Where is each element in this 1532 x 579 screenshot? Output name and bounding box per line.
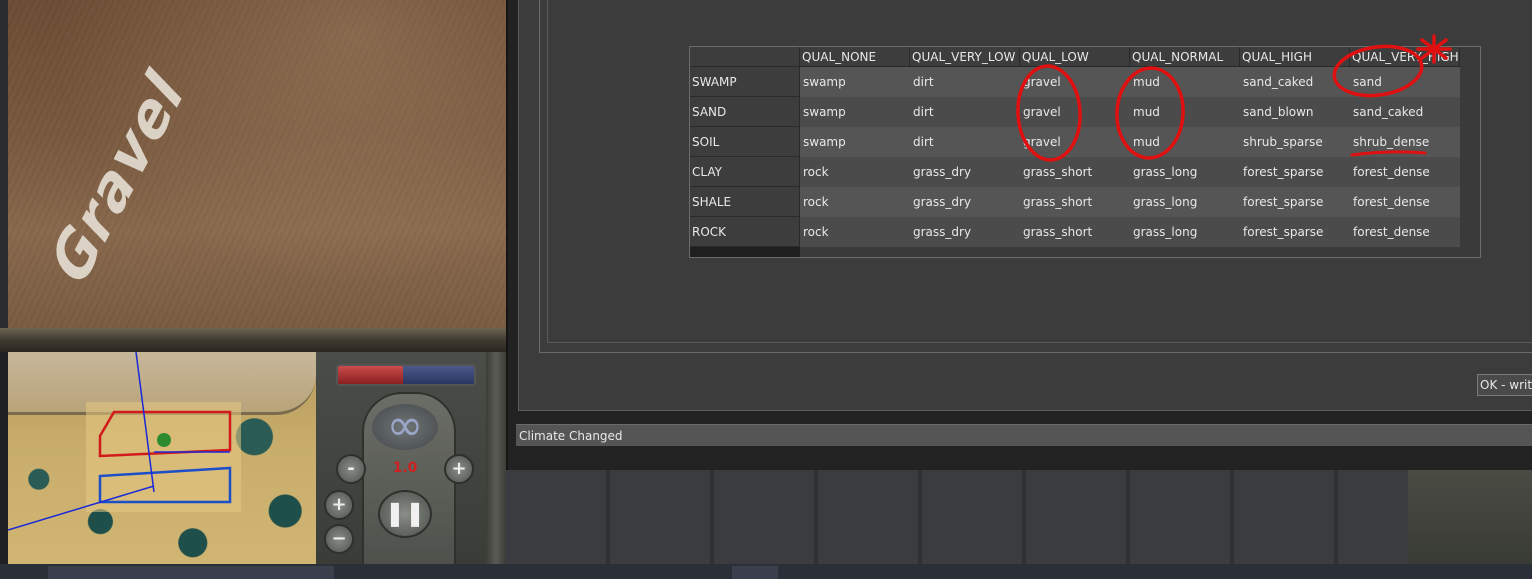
row-header[interactable]: SHALE (690, 187, 800, 217)
table-cell[interactable]: mud (1130, 97, 1240, 127)
speed-down-button[interactable]: - (336, 454, 366, 484)
table-cell[interactable]: sand_caked (1350, 97, 1460, 127)
table-cell[interactable]: mud (1130, 67, 1240, 97)
column-header[interactable]: QUAL_LOW (1020, 47, 1130, 67)
minimap[interactable] (8, 352, 316, 564)
bottom-hud (506, 470, 1532, 564)
table-cell[interactable]: gravel (1020, 97, 1130, 127)
table-cell[interactable]: swamp (800, 67, 910, 97)
table-cell[interactable]: grass_dry (910, 217, 1020, 247)
table-corner (690, 47, 800, 67)
taskbar-item[interactable] (732, 566, 778, 579)
table-cell[interactable]: sand_blown (1240, 97, 1350, 127)
table-cell[interactable]: rock (800, 157, 910, 187)
table-corner-bottom (690, 247, 800, 257)
table-cell[interactable]: forest_sparse (1240, 187, 1350, 217)
table-cell[interactable]: gravel (1020, 127, 1130, 157)
row-header[interactable]: SOIL (690, 127, 800, 157)
table-cell[interactable]: grass_long (1130, 217, 1240, 247)
taskbar-item[interactable] (48, 566, 334, 579)
table-cell[interactable]: grass_short (1020, 187, 1130, 217)
row-header[interactable]: ROCK (690, 217, 800, 247)
table-cell[interactable]: rock (800, 187, 910, 217)
table-cell[interactable]: forest_dense (1350, 157, 1460, 187)
table-cell[interactable]: grass_long (1130, 187, 1240, 217)
table-cell[interactable]: grass_dry (910, 187, 1020, 217)
window-edge (0, 0, 8, 350)
power-gauge (336, 364, 476, 386)
table-cell[interactable]: dirt (910, 97, 1020, 127)
table-cell[interactable]: grass_dry (910, 157, 1020, 187)
ground-texture-label: Gravel (40, 51, 196, 302)
column-header[interactable]: QUAL_VERY_LOW (910, 47, 1020, 67)
table-cell[interactable]: dirt (910, 127, 1020, 157)
column-header[interactable]: QUAL_VERY_HIGH (1350, 47, 1460, 67)
power-gauge-fill (338, 366, 404, 384)
hud-top-border (0, 328, 506, 352)
table-cell[interactable]: forest_dense (1350, 187, 1460, 217)
bottom-hud-ornament (1408, 470, 1532, 564)
table-cell[interactable]: rock (800, 217, 910, 247)
table-cell[interactable]: forest_sparse (1240, 217, 1350, 247)
table-cell[interactable]: gravel (1020, 67, 1130, 97)
ok-write-button[interactable]: OK - write (1477, 374, 1532, 396)
infinity-icon[interactable]: ∞ (372, 404, 438, 450)
status-bar: Climate Changed (516, 424, 1532, 446)
table-cell[interactable]: shrub_dense (1350, 127, 1460, 157)
table-cell[interactable]: grass_short (1020, 157, 1130, 187)
table-cell[interactable]: forest_sparse (1240, 157, 1350, 187)
table-cell[interactable]: shrub_sparse (1240, 127, 1350, 157)
table-cell[interactable]: grass_short (1020, 217, 1130, 247)
minimap-overlay (8, 352, 241, 531)
speed-up-button[interactable]: + (444, 454, 474, 484)
power-gauge-rest (403, 366, 474, 384)
game-speed: 1.0 (392, 460, 418, 476)
table-cell[interactable]: sand_caked (1240, 67, 1350, 97)
zoom-in-button[interactable]: + (324, 490, 354, 520)
row-header[interactable]: SAND (690, 97, 800, 127)
column-header[interactable]: QUAL_NORMAL (1130, 47, 1240, 67)
table-cell[interactable]: mud (1130, 127, 1240, 157)
table-cell[interactable]: dirt (910, 67, 1020, 97)
row-header[interactable]: CLAY (690, 157, 800, 187)
taskbar (0, 564, 1532, 579)
climate-table[interactable]: QUAL_NONE QUAL_VERY_LOW QUAL_LOW QUAL_NORMA… (689, 46, 1481, 258)
pause-button[interactable]: ❚❚ (378, 490, 432, 538)
table-cell[interactable]: swamp (800, 127, 910, 157)
table-cell[interactable]: swamp (800, 97, 910, 127)
row-header[interactable]: SWAMP (690, 67, 800, 97)
column-header[interactable]: QUAL_NONE (800, 47, 910, 67)
table-cell[interactable]: sand (1350, 67, 1460, 97)
column-header[interactable]: QUAL_HIGH (1240, 47, 1350, 67)
game-viewport[interactable]: Gravel (0, 0, 506, 330)
table-cell[interactable]: forest_dense (1350, 217, 1460, 247)
table-cell[interactable]: grass_long (1130, 157, 1240, 187)
hud-divider (486, 352, 506, 564)
zoom-out-button[interactable]: − (324, 524, 354, 554)
